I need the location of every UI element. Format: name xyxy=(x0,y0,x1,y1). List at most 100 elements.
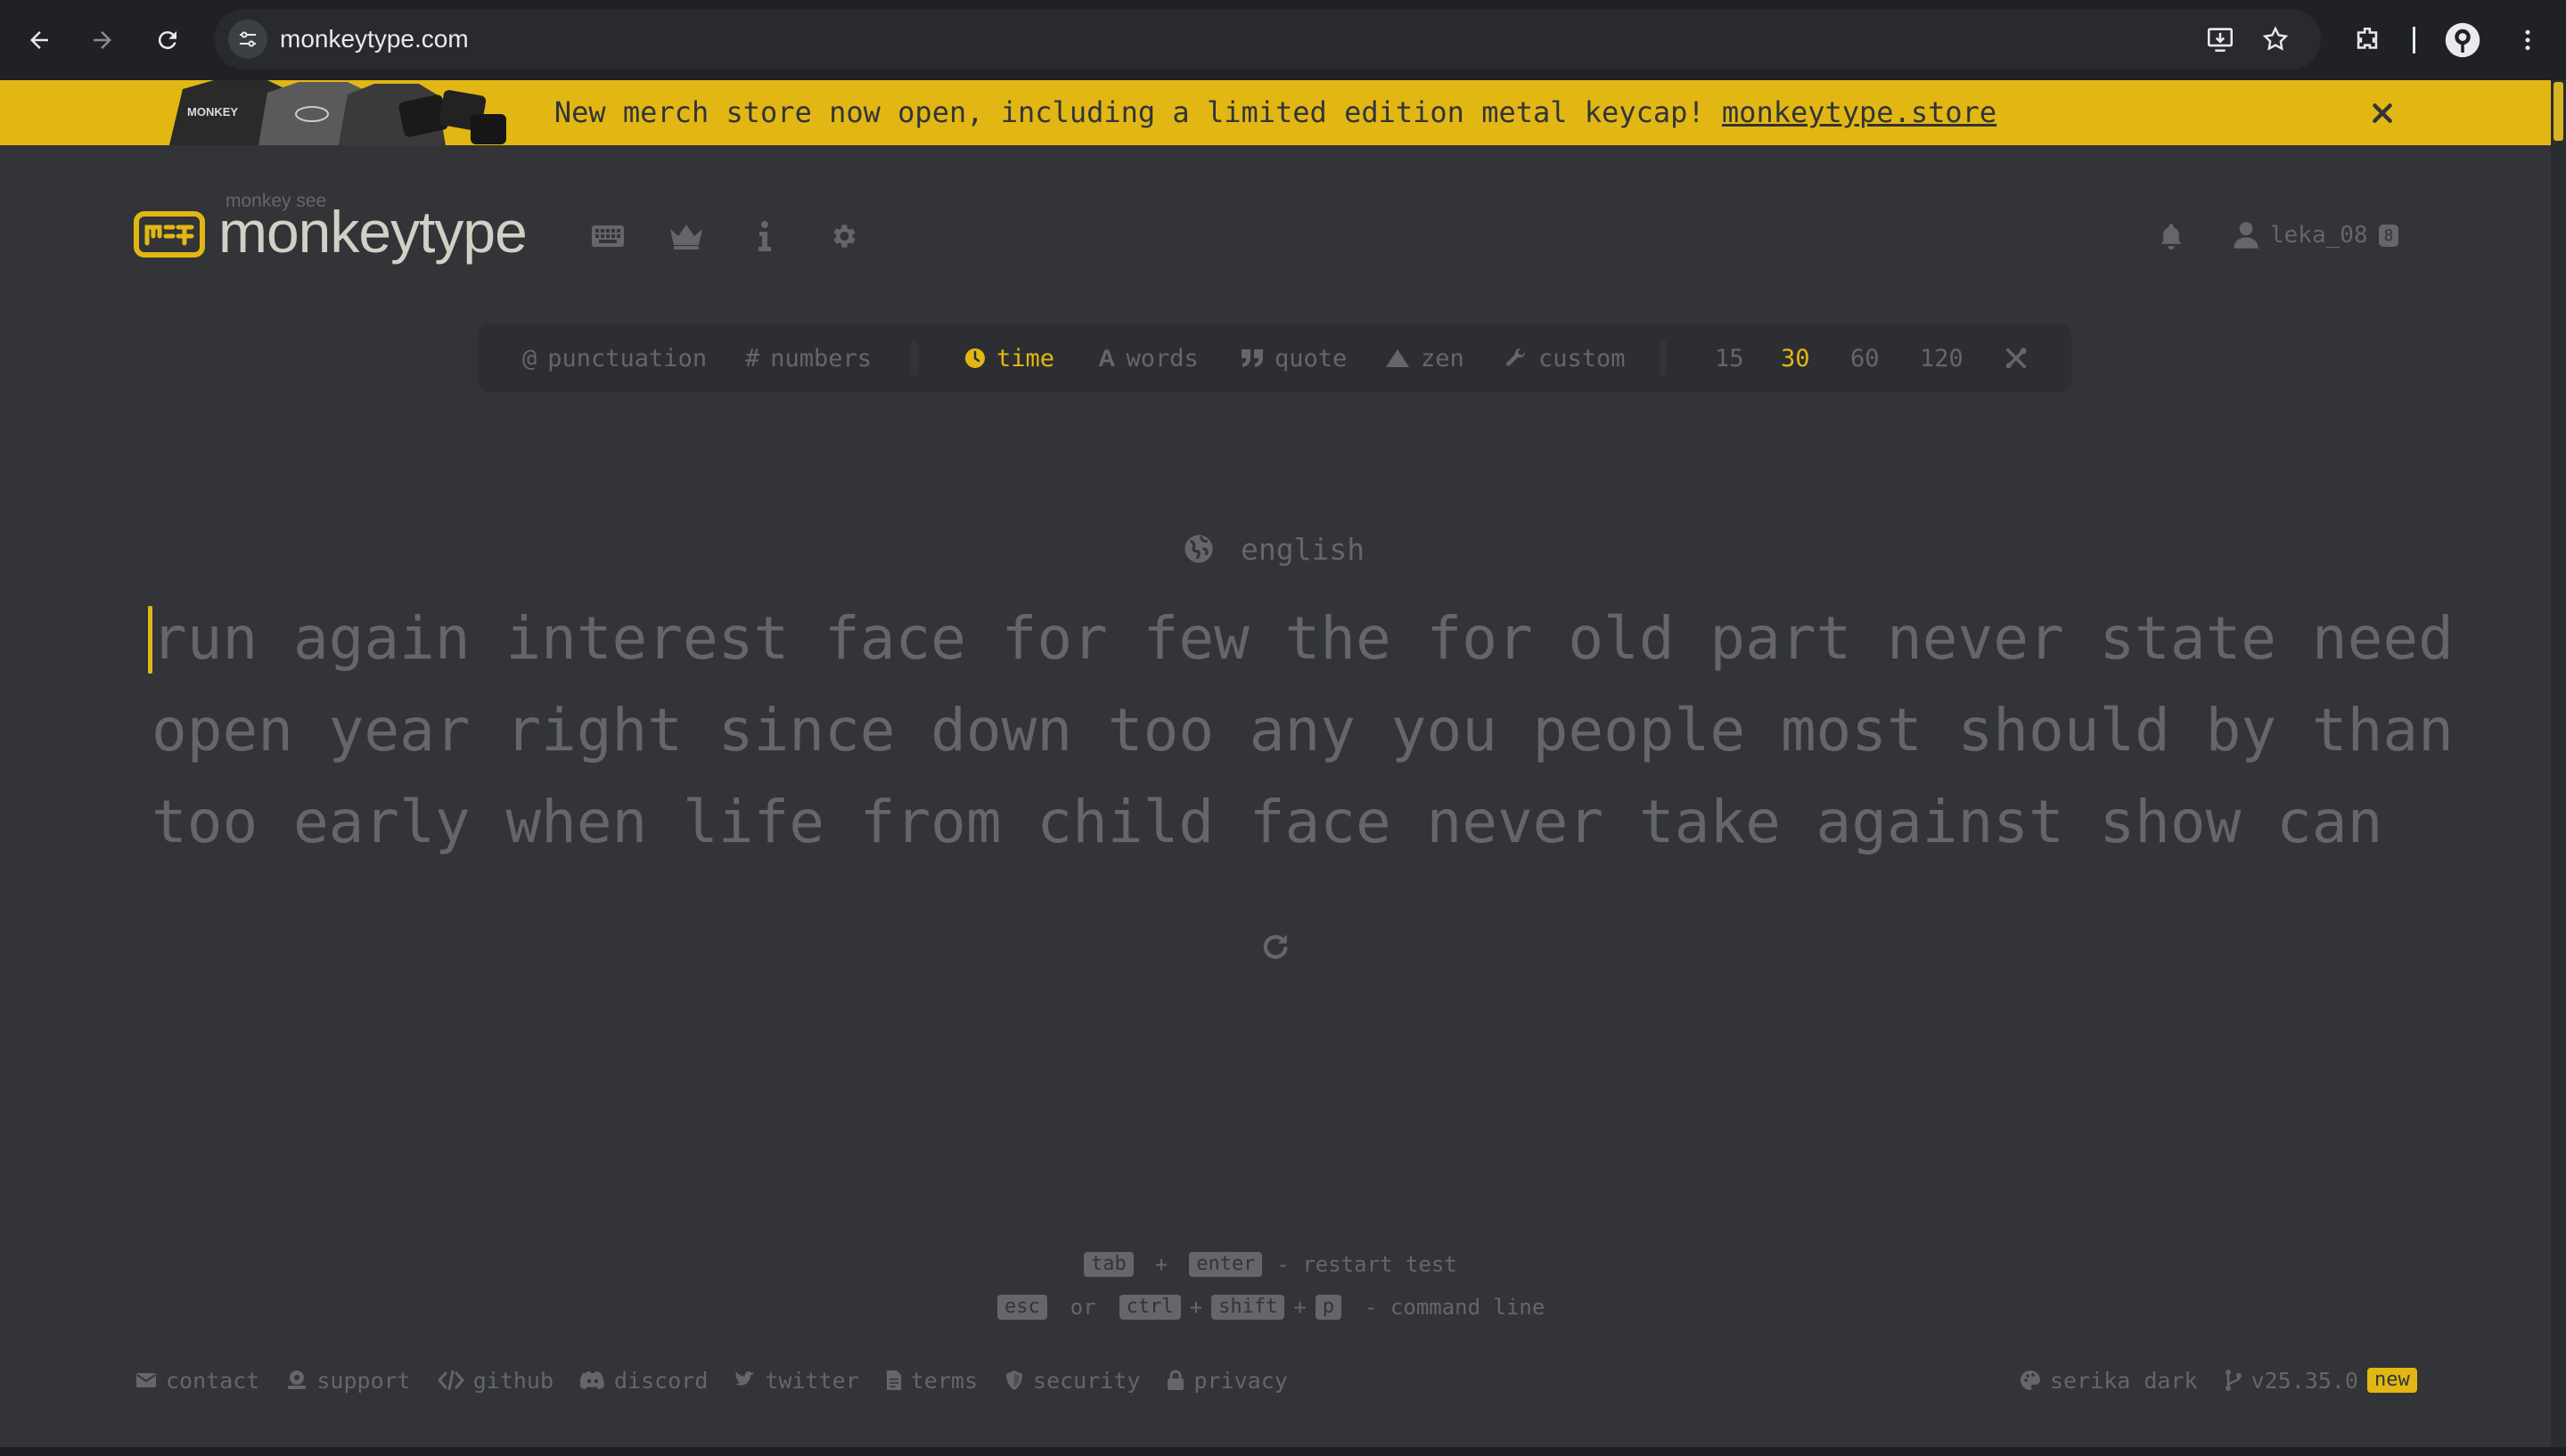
bottom-edge xyxy=(0,1447,2566,1456)
word-line: run again interest face for few the for … xyxy=(152,604,2454,673)
donate-icon xyxy=(288,1370,307,1389)
mode-words[interactable]: A words xyxy=(1098,324,1199,392)
language-label: english xyxy=(1241,531,1365,567)
version-button[interactable]: v25.35.0 new xyxy=(2225,1368,2417,1394)
back-button[interactable] xyxy=(18,19,61,61)
footer-right: serika dark v25.35.0 new xyxy=(2020,1365,2417,1395)
p-key: p xyxy=(1315,1295,1342,1320)
word-line: open year right since down too any you p… xyxy=(152,696,2454,765)
arrow-right-icon xyxy=(94,31,111,49)
command-hint-label: - command line xyxy=(1365,1295,1545,1320)
install-app-icon[interactable] xyxy=(2199,18,2242,61)
profile-avatar[interactable] xyxy=(2441,19,2484,61)
account-button[interactable]: leka_08 8 xyxy=(2233,217,2399,253)
at-icon: @ xyxy=(522,344,537,372)
code-icon xyxy=(437,1370,464,1390)
discord-icon xyxy=(580,1371,605,1389)
restart-button[interactable] xyxy=(1255,927,1296,968)
code-branch-icon xyxy=(2225,1370,2242,1391)
browser-toolbar: monkeytype.com xyxy=(0,0,2566,80)
theme-name: serika dark xyxy=(2050,1367,2198,1394)
punctuation-toggle[interactable]: @ punctuation xyxy=(522,324,707,392)
time-option-120[interactable]: 120 xyxy=(1920,324,1963,392)
footer-security[interactable]: security xyxy=(1004,1368,1140,1394)
site-info-icon[interactable] xyxy=(228,20,267,59)
toolbar-divider xyxy=(2413,27,2415,53)
crown-icon[interactable] xyxy=(667,217,706,256)
tab-key: tab xyxy=(1084,1252,1134,1277)
font-a-icon: A xyxy=(1098,344,1116,372)
reload-icon xyxy=(158,31,176,50)
mode-custom[interactable]: custom xyxy=(1504,324,1626,392)
menu-kebab-icon[interactable] xyxy=(2506,19,2549,61)
forward-button[interactable] xyxy=(81,19,124,61)
enter-key: enter xyxy=(1189,1252,1263,1277)
user-icon xyxy=(2234,222,2259,249)
mode-quote[interactable]: quote xyxy=(1241,324,1347,392)
new-badge: new xyxy=(2367,1368,2417,1393)
close-icon xyxy=(2373,103,2392,123)
footer-terms[interactable]: terms xyxy=(886,1368,978,1394)
ctrl-key: ctrl xyxy=(1119,1295,1181,1320)
footer-contact[interactable]: contact xyxy=(135,1368,259,1394)
time-option-15[interactable]: 15 xyxy=(1715,324,1744,392)
address-bar[interactable]: monkeytype.com xyxy=(214,9,2321,70)
version-text: v25.35.0 xyxy=(2250,1367,2358,1394)
username: leka_08 xyxy=(2270,222,2368,249)
numbers-toggle[interactable]: # numbers xyxy=(745,324,872,392)
theme-button[interactable]: serika dark xyxy=(2020,1368,2198,1394)
info-icon[interactable] xyxy=(745,217,784,256)
mountain-icon xyxy=(1386,349,1409,367)
command-line-hint: esc or ctrl + shift + p - command line xyxy=(997,1293,1545,1321)
clock-icon xyxy=(965,348,985,368)
twitter-icon xyxy=(735,1371,756,1386)
announcement-banner: MONKEY New merch store now open, includi… xyxy=(0,80,2551,145)
quote-icon xyxy=(1242,349,1263,367)
footer-support[interactable]: support xyxy=(286,1368,411,1394)
restart-hint: tab + enter - restart test xyxy=(1084,1250,1457,1279)
mode-zen[interactable]: zen xyxy=(1385,324,1464,392)
shift-key: shift xyxy=(1211,1295,1285,1320)
footer-discord[interactable]: discord xyxy=(580,1368,708,1394)
footer-privacy[interactable]: privacy xyxy=(1167,1368,1288,1394)
shield-icon xyxy=(1006,1370,1023,1390)
footer-twitter[interactable]: twitter xyxy=(734,1368,859,1394)
banner-text: New merch store now open, including a li… xyxy=(553,95,1722,129)
user-level-badge: 8 xyxy=(2378,224,2399,247)
reload-button[interactable] xyxy=(146,19,189,61)
esc-key: esc xyxy=(997,1295,1047,1320)
footer-links: contact support github discord twitter t… xyxy=(135,1365,1288,1395)
words-area[interactable]: run again interest face for few the for … xyxy=(152,596,2454,871)
banner-close-button[interactable] xyxy=(2365,96,2399,130)
keyboard-icon[interactable] xyxy=(588,217,627,256)
scrollbar[interactable] xyxy=(2551,80,2566,1456)
mode-time[interactable]: time xyxy=(964,324,1054,392)
document-icon xyxy=(886,1370,901,1390)
envelope-icon xyxy=(136,1373,156,1387)
arrow-left-icon xyxy=(30,31,48,49)
bell-icon[interactable] xyxy=(2152,217,2191,256)
hash-icon: # xyxy=(745,344,760,372)
custom-time-button[interactable] xyxy=(2004,324,2029,392)
tools-icon xyxy=(2005,348,2027,369)
logo-icon[interactable] xyxy=(134,211,205,258)
language-button[interactable]: english xyxy=(1184,529,1365,568)
config-divider xyxy=(911,340,918,376)
footer-github[interactable]: github xyxy=(437,1368,553,1394)
banner-message: New merch store now open, including a li… xyxy=(0,80,2551,145)
word-line: too early when life from child face neve… xyxy=(152,788,2383,856)
merch-store-link[interactable]: monkeytype.store xyxy=(1722,95,1996,129)
bookmark-star-icon[interactable] xyxy=(2254,18,2297,61)
url-text[interactable]: monkeytype.com xyxy=(280,9,469,70)
extensions-icon[interactable] xyxy=(2346,19,2389,61)
palette-icon xyxy=(2021,1370,2040,1390)
scrollbar-thumb[interactable] xyxy=(2554,82,2563,141)
wrench-icon xyxy=(1506,348,1525,366)
test-config-bar: @ punctuation # numbers time A words quo… xyxy=(478,324,2071,392)
logo-text[interactable]: monkeytype xyxy=(218,198,528,266)
restart-icon xyxy=(1263,934,1288,960)
restart-hint-label: - restart test xyxy=(1276,1252,1457,1277)
time-option-30[interactable]: 30 xyxy=(1781,324,1810,392)
time-option-60[interactable]: 60 xyxy=(1850,324,1880,392)
gear-icon[interactable] xyxy=(824,217,863,256)
